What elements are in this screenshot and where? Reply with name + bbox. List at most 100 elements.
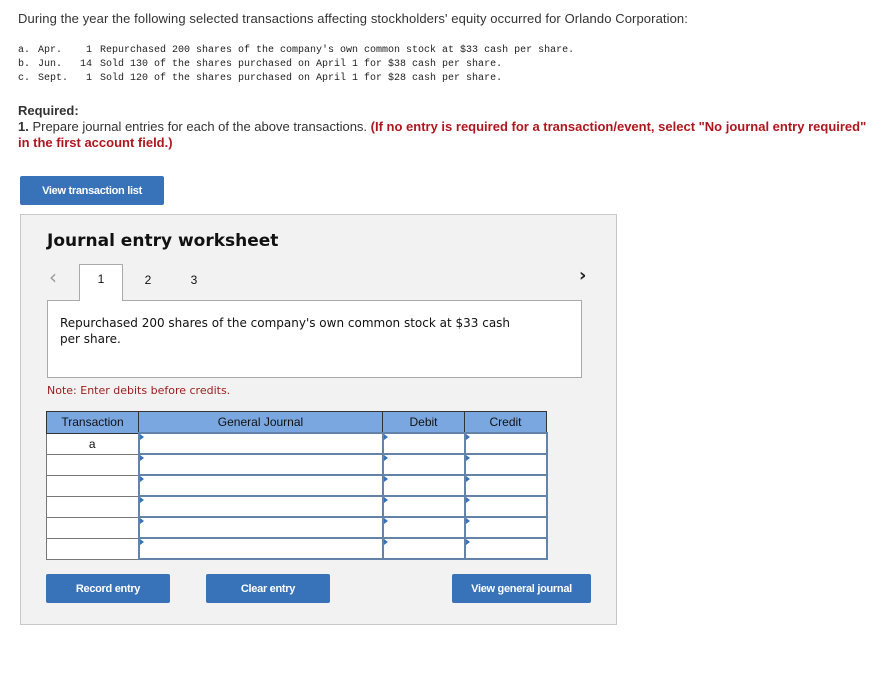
account-input[interactable] (139, 518, 382, 537)
cell-marker-icon (139, 476, 144, 482)
cell-marker-icon (465, 476, 470, 482)
transaction-day: 14 (79, 59, 92, 70)
credit-input-cell (463, 453, 548, 476)
account-input-cell (137, 537, 384, 560)
requirement-number: 1. (18, 119, 29, 134)
account-input-cell (137, 453, 384, 476)
transaction-text: Sold 130 of the shares purchased on Apri… (100, 59, 503, 70)
cell-marker-icon (383, 539, 388, 545)
cell-marker-icon (465, 539, 470, 545)
tab-2[interactable]: 2 (141, 265, 155, 287)
journal-row (46, 474, 548, 497)
transaction-item: b. Jun. 14 Sold 130 of the shares purcha… (18, 58, 574, 72)
transaction-day: 1 (85, 73, 92, 84)
chevron-right-icon[interactable]: › (579, 265, 586, 286)
chevron-left-icon[interactable]: ‹ (49, 265, 57, 289)
transaction-cell (46, 516, 139, 539)
debit-input-cell (381, 516, 466, 539)
clear-entry-button[interactable]: Clear entry (206, 574, 330, 603)
transaction-month: Sept. (38, 73, 69, 84)
transaction-letter: b. (18, 59, 31, 70)
journal-entry-worksheet: Journal entry worksheet ‹ 1 2 3 › Repurc… (20, 214, 617, 625)
debit-input-cell (381, 453, 466, 476)
header-transaction: Transaction (46, 411, 139, 434)
worksheet-title: Journal entry worksheet (47, 231, 279, 251)
account-input-cell (137, 516, 384, 539)
tab-1[interactable]: 1 (79, 264, 123, 301)
debit-input[interactable] (383, 455, 464, 474)
cell-marker-icon (139, 518, 144, 524)
debit-input[interactable] (383, 476, 464, 495)
debit-input[interactable] (383, 518, 464, 537)
transaction-day: 1 (85, 45, 92, 56)
view-transaction-list-button[interactable]: View transaction list (20, 176, 164, 205)
debit-input[interactable] (383, 539, 464, 558)
transaction-description-box: Repurchased 200 shares of the company's … (47, 300, 582, 378)
header-debit: Debit (382, 411, 465, 434)
credit-input[interactable] (465, 497, 546, 516)
debit-input-cell (381, 474, 466, 497)
debit-input-cell (381, 537, 466, 560)
credit-input[interactable] (465, 455, 546, 474)
cell-marker-icon (383, 455, 388, 461)
account-input-cell (137, 495, 384, 518)
cell-marker-icon (465, 455, 470, 461)
cell-marker-icon (139, 539, 144, 545)
journal-row (46, 537, 548, 560)
account-input[interactable] (139, 539, 382, 558)
journal-row (46, 453, 548, 476)
cell-marker-icon (465, 497, 470, 503)
journal-row: a (46, 432, 548, 455)
header-general-journal: General Journal (138, 411, 383, 434)
debit-input[interactable] (383, 434, 464, 453)
cell-marker-icon (465, 434, 470, 440)
transaction-description: Repurchased 200 shares of the company's … (60, 316, 511, 346)
transaction-month: Jun. (38, 59, 63, 70)
journal-header-row: Transaction General Journal Debit Credit (46, 411, 547, 434)
view-general-journal-button[interactable]: View general journal (452, 574, 591, 603)
cell-marker-icon (465, 518, 470, 524)
account-input[interactable] (139, 455, 382, 474)
transaction-item: c. Sept. 1 Sold 120 of the shares purcha… (18, 72, 574, 86)
cell-marker-icon (383, 518, 388, 524)
required-section: Required: 1. Prepare journal entries for… (18, 103, 878, 151)
cell-marker-icon (383, 497, 388, 503)
required-instruction-line: 1. Prepare journal entries for each of t… (18, 119, 878, 151)
credit-input[interactable] (465, 539, 546, 558)
debit-input-cell (381, 495, 466, 518)
transaction-letter: a. (18, 45, 31, 56)
transaction-cell (46, 474, 139, 497)
cell-marker-icon (139, 497, 144, 503)
debits-credits-note: Note: Enter debits before credits. (47, 384, 231, 397)
cell-marker-icon (383, 476, 388, 482)
journal-row (46, 495, 548, 518)
credit-input-cell (463, 432, 548, 455)
tab-3[interactable]: 3 (187, 265, 201, 287)
account-input-cell (137, 432, 384, 455)
cell-marker-icon (139, 455, 144, 461)
account-input[interactable] (139, 434, 382, 453)
credit-input-cell (463, 516, 548, 539)
transaction-cell (46, 495, 139, 518)
header-credit: Credit (464, 411, 547, 434)
credit-input[interactable] (465, 476, 546, 495)
debit-input-cell (381, 432, 466, 455)
transaction-letter: c. (18, 73, 31, 84)
journal-table: Transaction General Journal Debit Credit… (46, 411, 548, 560)
account-input-cell (137, 474, 384, 497)
account-input[interactable] (139, 476, 382, 495)
debit-input[interactable] (383, 497, 464, 516)
problem-intro: During the year the following selected t… (18, 11, 688, 26)
requirement-instruction: Prepare journal entries for each of the … (28, 119, 371, 134)
credit-input[interactable] (465, 518, 546, 537)
transaction-text: Repurchased 200 shares of the company's … (100, 45, 575, 56)
credit-input-cell (463, 537, 548, 560)
record-entry-button[interactable]: Record entry (46, 574, 170, 603)
required-heading: Required: (18, 103, 79, 118)
transaction-item: a. Apr. 1 Repurchased 200 shares of the … (18, 44, 574, 58)
transaction-cell: a (46, 432, 139, 455)
transaction-cell (46, 537, 139, 560)
cell-marker-icon (383, 434, 388, 440)
credit-input[interactable] (465, 434, 546, 453)
account-input[interactable] (139, 497, 382, 516)
